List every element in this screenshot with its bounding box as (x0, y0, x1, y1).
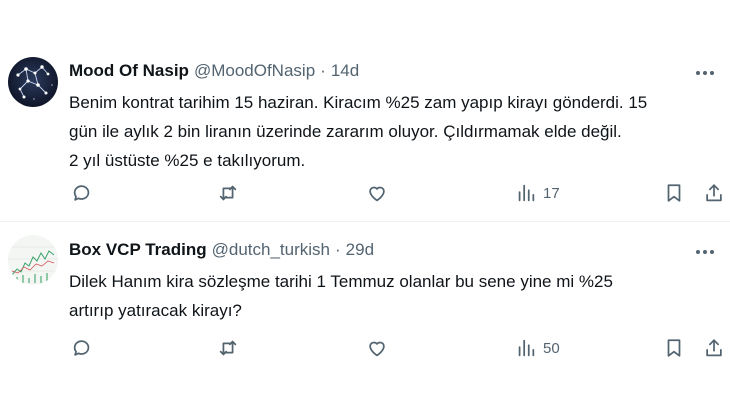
chart-avatar-icon (8, 235, 58, 285)
share-button[interactable] (703, 335, 725, 361)
tweet-header: Mood Of Nasip @MoodOfNasip · 14d (69, 61, 359, 81)
tweet-text: Dilek Hanım kira sözleşme tarihi 1 Temmu… (69, 267, 719, 325)
tweet-text-line: artırıp yatıracak kirayı? (69, 301, 242, 320)
timestamp[interactable]: 29d (346, 240, 374, 260)
separator-dot: · (320, 61, 326, 80)
views-count: 17 (543, 184, 560, 202)
retweet-icon (219, 185, 237, 201)
tweet-text-line: Benim kontrat tarihim 15 haziran. Kiracı… (69, 93, 648, 112)
retweet-button[interactable] (217, 180, 239, 206)
reply-icon (73, 185, 90, 201)
tweet-text-line: 2 yıl üstüste %25 e takılıyorum. (69, 151, 306, 170)
avatar[interactable] (8, 235, 58, 285)
author-handle[interactable]: @dutch_turkish (212, 240, 330, 260)
reply-button[interactable] (71, 180, 93, 206)
share-icon (706, 184, 722, 202)
tweet[interactable]: Mood Of Nasip @MoodOfNasip · 14d Benim k… (0, 0, 730, 222)
author-name[interactable]: Mood Of Nasip (69, 61, 189, 81)
author-handle[interactable]: @MoodOfNasip (194, 61, 315, 81)
constellation-avatar-icon (8, 57, 58, 107)
views-button[interactable]: 17 (515, 180, 560, 206)
more-icon[interactable] (694, 242, 716, 262)
share-icon (706, 339, 722, 357)
tweet-actions: 17 (0, 180, 730, 206)
retweet-button[interactable] (217, 335, 239, 361)
separator-dot: · (334, 240, 341, 259)
tweet-text: Benim kontrat tarihim 15 haziran. Kiracı… (69, 88, 719, 175)
views-icon (518, 339, 535, 357)
retweet-icon (219, 340, 237, 356)
bookmark-button[interactable] (663, 180, 685, 206)
tweet[interactable]: Box VCP Trading @dutch_turkish · 29d Dil… (0, 222, 730, 420)
views-count: 50 (543, 339, 560, 357)
more-icon[interactable] (694, 63, 716, 83)
bookmark-icon (667, 339, 681, 357)
bookmark-icon (667, 184, 681, 202)
tweet-text-line: gün ile aylık 2 bin liranın üzerinde zar… (69, 122, 622, 141)
tweet-header: Box VCP Trading @dutch_turkish · 29d (69, 240, 374, 260)
like-icon (369, 341, 385, 357)
bookmark-button[interactable] (663, 335, 685, 361)
share-button[interactable] (703, 180, 725, 206)
tweet-text-line: Dilek Hanım kira sözleşme tarihi 1 Temmu… (69, 272, 613, 291)
views-icon (518, 184, 535, 202)
like-button[interactable] (366, 335, 388, 361)
tweet-actions: 50 (0, 335, 730, 361)
views-button[interactable]: 50 (515, 335, 560, 361)
reply-button[interactable] (71, 335, 93, 361)
like-button[interactable] (366, 180, 388, 206)
like-icon (369, 186, 385, 202)
reply-icon (73, 340, 90, 356)
avatar[interactable] (8, 57, 58, 107)
author-name[interactable]: Box VCP Trading (69, 240, 207, 260)
timestamp[interactable]: 14d (331, 61, 359, 81)
